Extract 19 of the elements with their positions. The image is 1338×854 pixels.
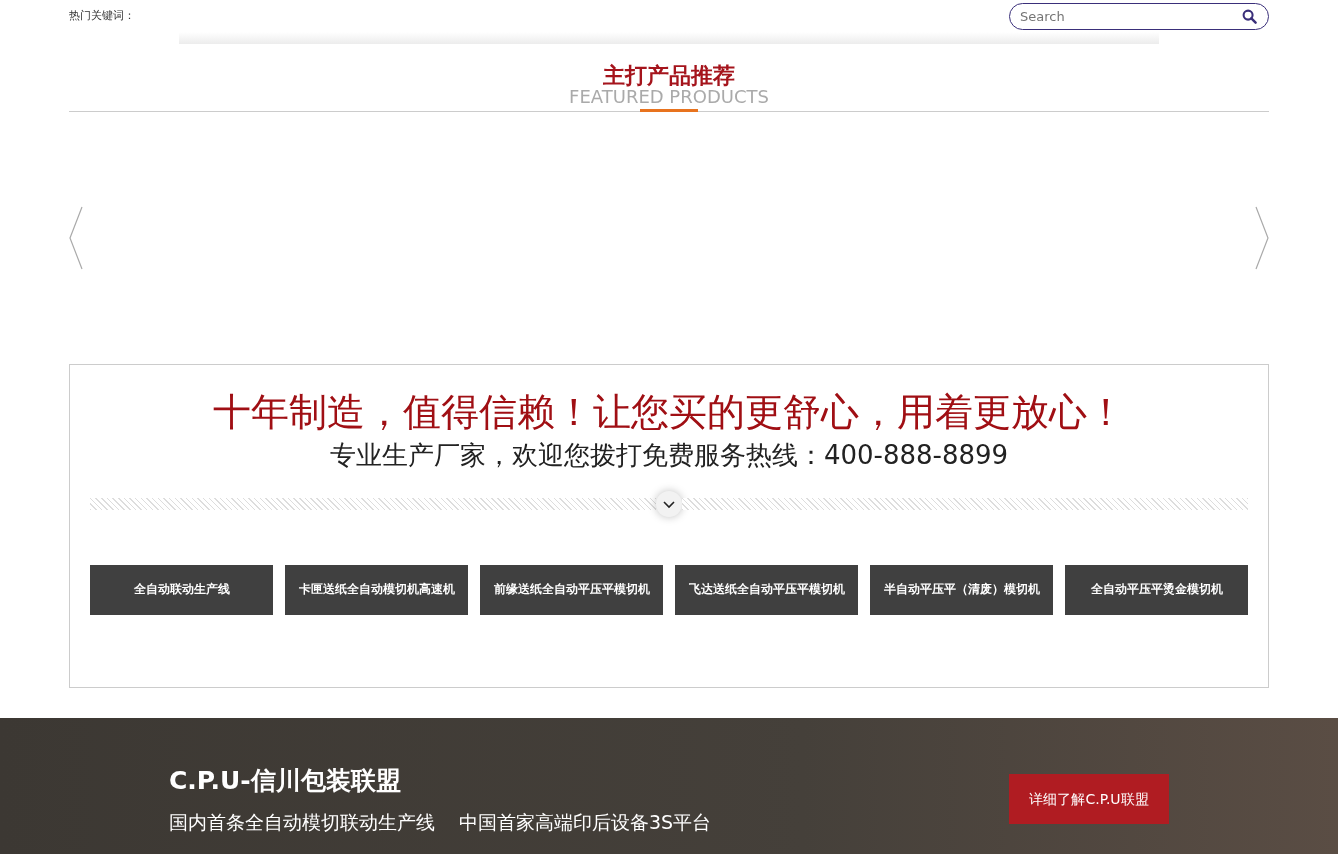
banner-tagline: 国内首条全自动模切联动生产线 bbox=[169, 809, 435, 835]
category-button[interactable]: 前缘送纸全自动平压平模切机 bbox=[480, 564, 663, 615]
banner-tagline: 中国首家高端印后设备3S平台 bbox=[459, 809, 712, 835]
banner-title: C.P.U-信川包装联盟 bbox=[169, 765, 402, 798]
chevron-down-icon[interactable] bbox=[656, 490, 682, 517]
search-field[interactable]: Search bbox=[1009, 2, 1269, 30]
category-button[interactable]: 半自动平压平（清废）模切机 bbox=[870, 564, 1053, 615]
hotline-text: 专业生产厂家，欢迎您拨打免费服务热线：400-888-8899 bbox=[328, 438, 1010, 472]
category-button[interactable]: 飞达送纸全自动平压平模切机 bbox=[675, 564, 858, 615]
section-subtitle: FEATURED PRODUCTS bbox=[568, 88, 770, 107]
section-title: 主打产品推荐 bbox=[602, 64, 736, 89]
slogan-headline: 十年制造，值得信赖！让您买的更舒心，用着更放心！ bbox=[212, 390, 1126, 436]
hot-keywords-label: 热门关键词： bbox=[69, 7, 135, 24]
category-button[interactable]: 全自动联动生产线 bbox=[90, 564, 273, 615]
category-button[interactable]: 卡匣送纸全自动模切机高速机 bbox=[285, 564, 468, 615]
learn-more-button[interactable]: 详细了解C.P.U联盟 bbox=[1009, 774, 1169, 825]
category-button[interactable]: 全自动平压平烫金模切机 bbox=[1065, 564, 1248, 615]
title-underline-accent bbox=[640, 109, 698, 113]
search-icon[interactable] bbox=[1242, 8, 1257, 24]
